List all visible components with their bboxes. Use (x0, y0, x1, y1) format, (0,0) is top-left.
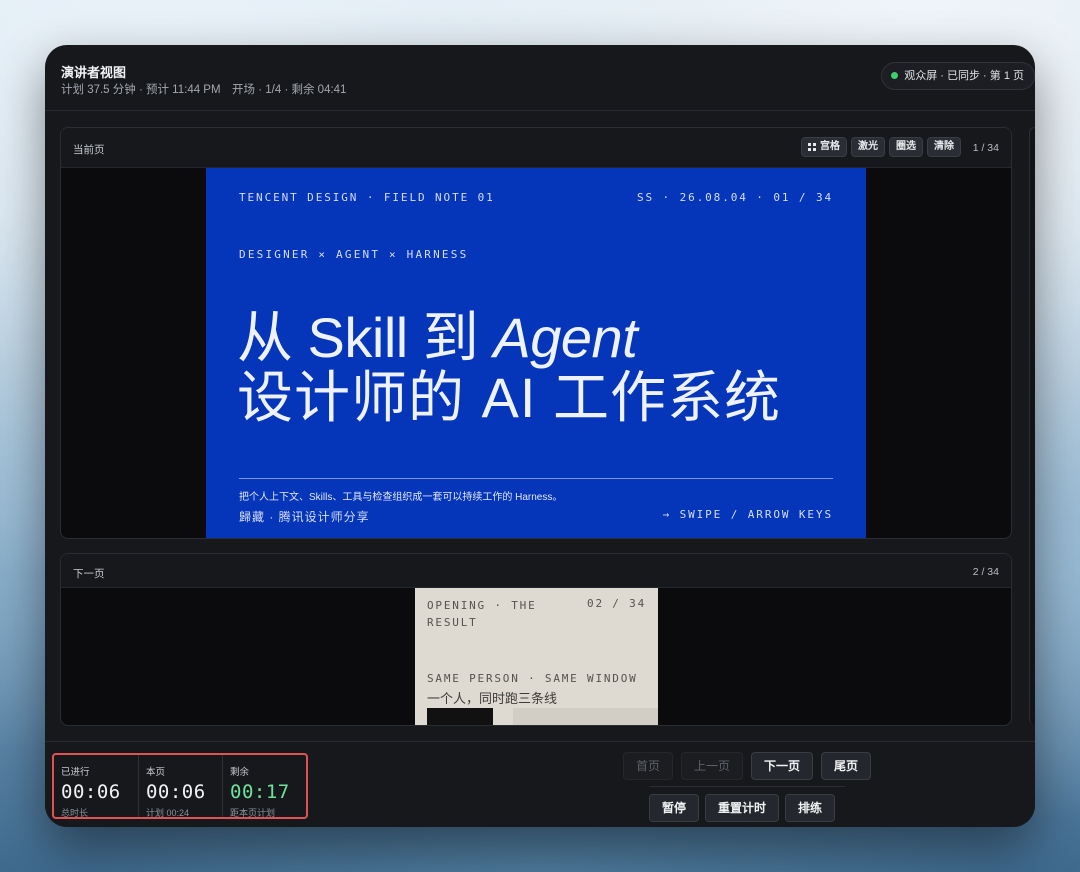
grid-view-label: 宫格 (820, 141, 840, 152)
sync-status-dot-icon (891, 72, 899, 79)
annotation-toolbar: 宫格 激光 圈选 清除 (801, 137, 961, 157)
controls-divider (649, 786, 845, 787)
next-slide-image-block (513, 708, 658, 725)
slide-tagline: DESIGNER × AGENT × HARNESS (239, 248, 469, 261)
page-title: 演讲者视图 (61, 65, 127, 80)
current-slide-preview[interactable]: TENCENT DESIGN · FIELD NOTE 01 SS · 26.0… (206, 168, 866, 538)
page-timer-label: 本页 (145, 767, 165, 778)
slide-title-line2: 设计师的 AI 工作系统 (237, 366, 782, 429)
next-slide-meta: 02 / 34 (587, 597, 646, 610)
slide-title-line1: 从 Skill 到 Agent (237, 310, 638, 366)
timer-group: 已进行 00:06 总时长 本页 00:06 计划 00:24 剩余 00:17… (52, 753, 308, 819)
prev-page-button[interactable]: 上一页 (681, 752, 744, 780)
slide-divider (239, 478, 833, 479)
slide-author: 歸藏 · 腾讯设计师分享 (239, 510, 370, 524)
side-panel-edge (1029, 127, 1035, 725)
elapsed-value: 00:06 (61, 781, 121, 803)
next-slide-image-block (427, 708, 493, 725)
slide-nav-hint: → SWIPE / ARROW KEYS (662, 508, 833, 521)
elapsed-label: 已进行 (61, 767, 90, 778)
current-slide-label: 当前页 (73, 144, 105, 156)
audience-sync-badge[interactable]: 观众屏 · 已同步 · 第 1 页 (881, 62, 1035, 90)
next-page-button[interactable]: 下一页 (751, 752, 814, 780)
slide-title-part-b: Agent (493, 306, 638, 369)
slide-meta: SS · 26.08.04 · 01 / 34 (636, 191, 833, 204)
slide-kicker: TENCENT DESIGN · FIELD NOTE 01 (239, 191, 495, 204)
remaining-value: 00:17 (230, 781, 290, 803)
sync-status-text: 观众屏 · 已同步 · 第 1 页 (904, 70, 1024, 82)
current-slide-header: 当前页 宫格 激光 圈选 清除 1 / 34 (61, 128, 1011, 168)
clear-button[interactable]: 清除 (927, 137, 961, 157)
next-slide-title: 一个人，同时跑三条线 (427, 691, 558, 706)
pause-button[interactable]: 暂停 (649, 794, 700, 822)
presenter-window: 演讲者视图 计划 37.5 分钟 · 预计 11:44 PM 开场 · 1/4 … (45, 45, 1035, 827)
last-page-button[interactable]: 尾页 (821, 752, 872, 780)
next-slide-subkicker: SAME PERSON · SAME WINDOW (427, 672, 638, 685)
presenter-header: 演讲者视图 计划 37.5 分钟 · 预计 11:44 PM 开场 · 1/4 … (45, 45, 1035, 111)
grid-icon (808, 143, 816, 151)
slide-description: 把个人上下文、Skills、工具与检查组织成一套可以持续工作的 Harness。 (239, 492, 563, 503)
remaining-timer: 剩余 00:17 距本页计划 (222, 755, 306, 818)
next-slide-label: 下一页 (73, 568, 105, 580)
slide-title-part-a: 从 Skill 到 (237, 306, 494, 369)
next-page-count: 2 / 34 (972, 566, 999, 578)
page-timer: 本页 00:06 计划 00:24 (137, 755, 222, 818)
next-slide-preview[interactable]: OPENING · THE RESULT 02 / 34 SAME PERSON… (415, 588, 658, 725)
reset-timer-button[interactable]: 重置计时 (705, 794, 780, 822)
current-page-count: 1 / 34 (972, 142, 999, 154)
plan-summary: 计划 37.5 分钟 · 预计 11:44 PM 开场 · 1/4 · 剩余 0… (61, 84, 347, 96)
timer-controls: 暂停 重置计时 排练 (649, 794, 836, 822)
page-navigation: 首页 上一页 下一页 尾页 (623, 752, 872, 780)
grid-view-button[interactable]: 宫格 (801, 137, 847, 157)
control-bar: 已进行 00:06 总时长 本页 00:06 计划 00:24 剩余 00:17… (45, 741, 1035, 827)
rehearse-button[interactable]: 排练 (785, 794, 836, 822)
next-slide-header: 下一页 2 / 34 (61, 554, 1011, 588)
elapsed-timer: 已进行 00:06 总时长 (54, 755, 138, 818)
remaining-sub: 距本页计划 (230, 808, 276, 818)
next-slide-kicker: OPENING · THE RESULT (427, 599, 537, 629)
page-timer-value: 00:06 (145, 781, 206, 803)
first-page-button[interactable]: 首页 (623, 752, 674, 780)
elapsed-sub: 总时长 (61, 808, 89, 818)
page-timer-sub: 计划 00:24 (145, 808, 190, 818)
laser-button[interactable]: 激光 (851, 137, 885, 157)
next-slide-panel: 下一页 2 / 34 OPENING · THE RESULT 02 / 34 … (60, 553, 1012, 726)
remaining-label: 剩余 (230, 767, 250, 778)
current-slide-panel: 当前页 宫格 激光 圈选 清除 1 / 34 TENCENT DESIGN · … (60, 127, 1012, 539)
circle-select-button[interactable]: 圈选 (889, 137, 923, 157)
